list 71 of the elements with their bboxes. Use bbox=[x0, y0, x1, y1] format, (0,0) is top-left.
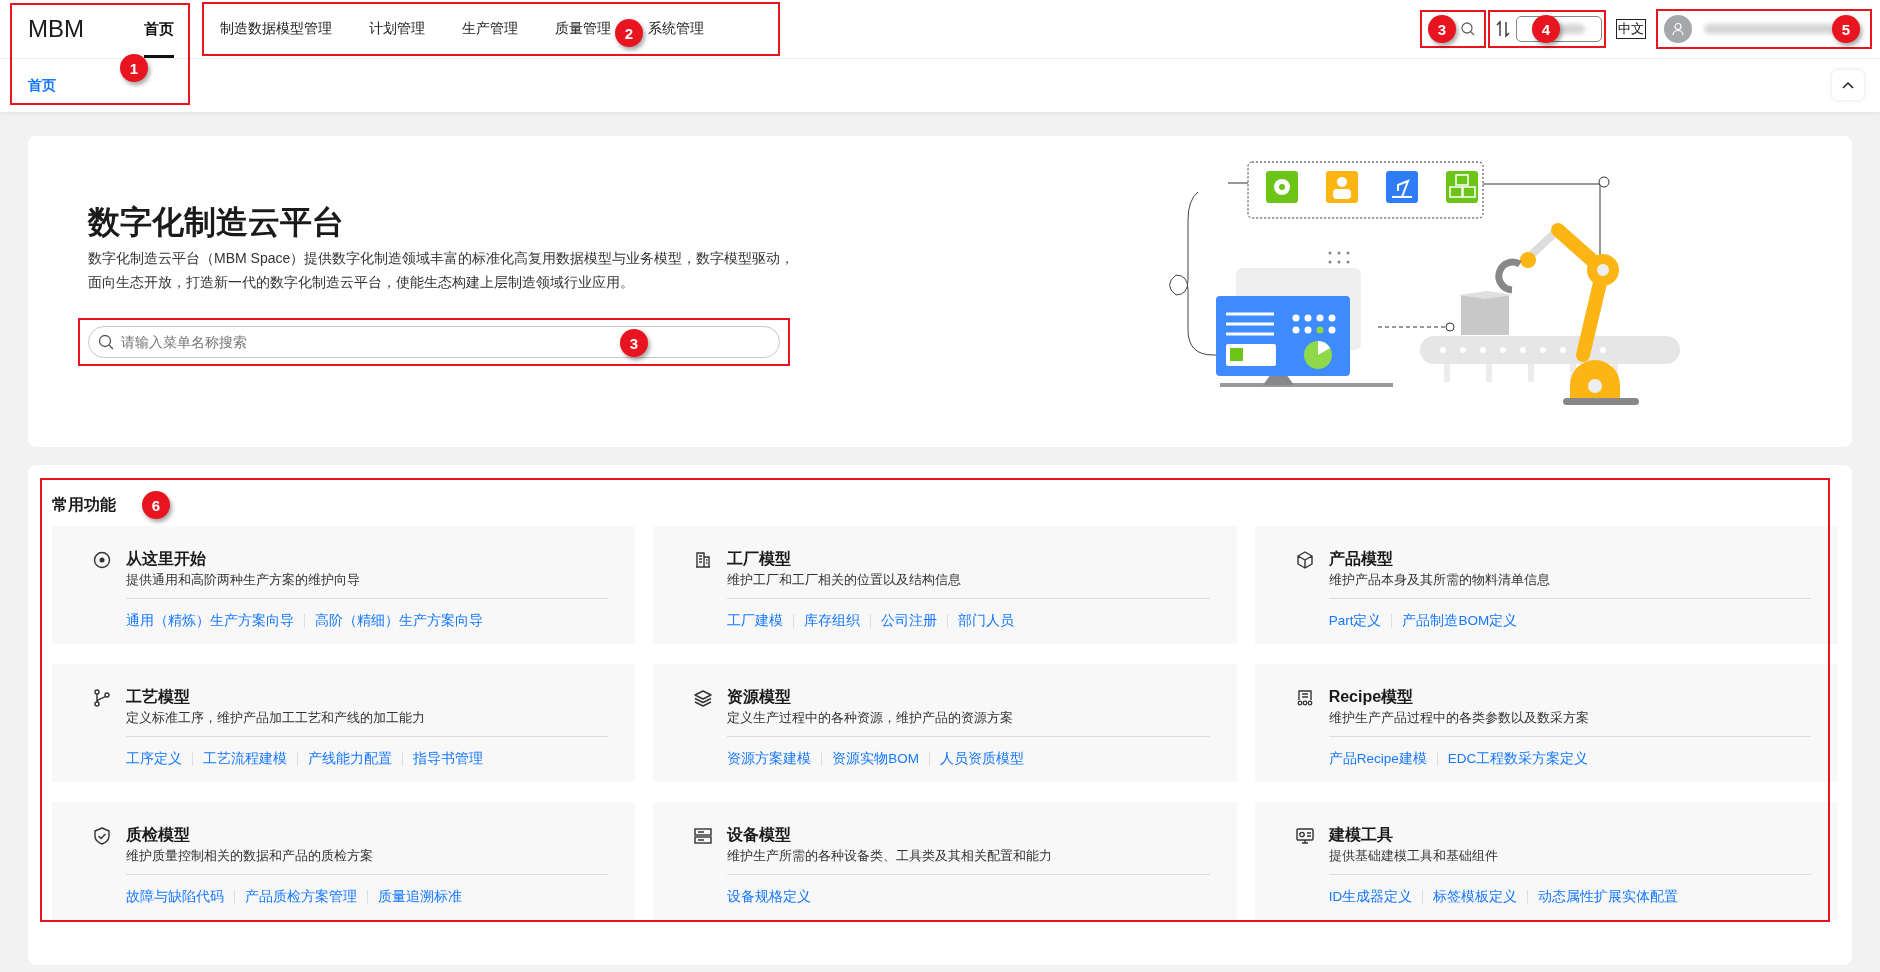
server-icon bbox=[693, 826, 714, 846]
card-description: 维护产品本身及其所需的物料清单信息 bbox=[1328, 570, 1811, 599]
nav-menu-item[interactable]: 制造数据模型管理 bbox=[220, 9, 332, 49]
hero-title: 数字化制造云平台 bbox=[88, 203, 345, 242]
feature-link[interactable]: 资源方案建模 bbox=[727, 750, 812, 768]
feature-link[interactable]: 质量追溯标准 bbox=[378, 888, 462, 906]
shield-check-icon bbox=[92, 826, 112, 846]
card-title: 产品模型 bbox=[1328, 549, 1394, 569]
card-description: 维护生产所需的各种设备类、工具类及其相关配置和能力 bbox=[727, 846, 1210, 875]
callout-badge: 6 bbox=[142, 491, 170, 519]
feature-link[interactable]: 指导书管理 bbox=[413, 750, 483, 768]
language-switch[interactable]: 中文 bbox=[1616, 19, 1646, 39]
feature-link[interactable]: 故障与缺陷代码 bbox=[126, 888, 224, 906]
section-title: 常用功能 bbox=[52, 494, 116, 515]
card-description: 定义标准工序，维护产品加工工艺和产线的加工能力 bbox=[126, 708, 609, 737]
feature-link[interactable]: 产品Recipe建模 bbox=[1328, 750, 1427, 768]
feature-link[interactable]: 产品制造BOM定义 bbox=[1402, 612, 1518, 630]
target-icon bbox=[92, 550, 112, 570]
nav-menu-item[interactable]: 系统管理 bbox=[648, 9, 704, 49]
feature-link[interactable]: 标签模板定义 bbox=[1433, 888, 1518, 906]
feature-link[interactable]: 设备规格定义 bbox=[727, 888, 812, 906]
callout-badge: 1 bbox=[120, 54, 148, 82]
monitor-icon bbox=[1294, 826, 1315, 846]
nav-menu-item[interactable]: 计划管理 bbox=[369, 9, 425, 49]
feature-link[interactable]: 动态属性扩展实体配置 bbox=[1538, 888, 1679, 906]
feature-link[interactable]: 工序定义 bbox=[126, 750, 182, 768]
nav-menu-item[interactable]: 生产管理 bbox=[462, 9, 518, 49]
card-title: 设备模型 bbox=[727, 825, 793, 845]
callout-badge: 2 bbox=[615, 19, 643, 47]
layers-icon bbox=[693, 688, 714, 708]
card-description: 提供基础建模工具和基础组件 bbox=[1328, 846, 1811, 875]
swap-arrows-icon[interactable] bbox=[1496, 20, 1510, 38]
card-title: Recipe模型 bbox=[1328, 687, 1415, 707]
feature-link[interactable]: 部门人员 bbox=[958, 612, 1015, 630]
card-description: 维护质量控制相关的数据和产品的质检方案 bbox=[126, 846, 609, 875]
chevron-up-icon bbox=[1842, 81, 1854, 89]
card-title: 质检模型 bbox=[126, 825, 191, 845]
feature-link[interactable]: 工厂建模 bbox=[727, 612, 784, 630]
feature-link[interactable]: 库存组织 bbox=[804, 612, 861, 630]
feature-link[interactable]: 通用（精炼）生产方案向导 bbox=[126, 612, 294, 630]
card-title: 资源模型 bbox=[727, 687, 793, 707]
feature-link[interactable]: Part定义 bbox=[1328, 612, 1382, 630]
card-title: 工艺模型 bbox=[126, 687, 191, 707]
card-description: 定义生产过程中的各种资源，维护产品的资源方案 bbox=[727, 708, 1210, 737]
card-description: 维护生产产品过程中的各类参数以及数采方案 bbox=[1328, 708, 1811, 737]
feature-link[interactable]: EDC工程数采方案定义 bbox=[1447, 750, 1589, 768]
callout-badge: 5 bbox=[1832, 15, 1860, 43]
card-description: 提供通用和高阶两种生产方案的维护向导 bbox=[126, 570, 609, 599]
nav-menu-item[interactable]: 质量管理 bbox=[555, 9, 611, 49]
card-title: 工厂模型 bbox=[727, 549, 793, 569]
card-title: 从这里开始 bbox=[126, 549, 207, 569]
feature-link[interactable]: ID生成器定义 bbox=[1328, 888, 1413, 906]
hero-description: 数字化制造云平台（MBM Space）提供数字化制造领域丰富的标准化高复用数据模型与业务模型，数字模型驱动， 面向生态开放，打造新一代的数字化制造云平台，使能生态构建上层制造领域行业应用。 bbox=[88, 249, 796, 292]
feature-link[interactable]: 资源实物BOM bbox=[832, 750, 920, 768]
search-icon[interactable] bbox=[1460, 21, 1476, 37]
feature-link[interactable]: 工艺流程建模 bbox=[203, 750, 287, 768]
card-title: 建模工具 bbox=[1328, 825, 1394, 845]
feature-link[interactable]: 公司注册 bbox=[881, 612, 938, 630]
feature-link[interactable]: 人员资质模型 bbox=[940, 750, 1025, 768]
branch-icon bbox=[92, 688, 112, 708]
collapse-button[interactable] bbox=[1832, 70, 1864, 100]
breadcrumb-link[interactable]: 首页 bbox=[28, 76, 56, 95]
feature-link[interactable]: 产线能力配置 bbox=[308, 750, 392, 768]
cube-icon bbox=[1294, 550, 1315, 570]
feature-link[interactable]: 高阶（精细）生产方案向导 bbox=[315, 612, 483, 630]
card-description: 维护工厂和工厂相关的位置以及结构信息 bbox=[727, 570, 1210, 599]
app-logo: MBM bbox=[28, 15, 85, 43]
feature-link[interactable]: 产品质检方案管理 bbox=[245, 888, 357, 906]
callout-badge: 3 bbox=[1428, 15, 1456, 43]
avatar-icon[interactable] bbox=[1664, 15, 1692, 43]
callout-badge: 4 bbox=[1532, 15, 1560, 43]
